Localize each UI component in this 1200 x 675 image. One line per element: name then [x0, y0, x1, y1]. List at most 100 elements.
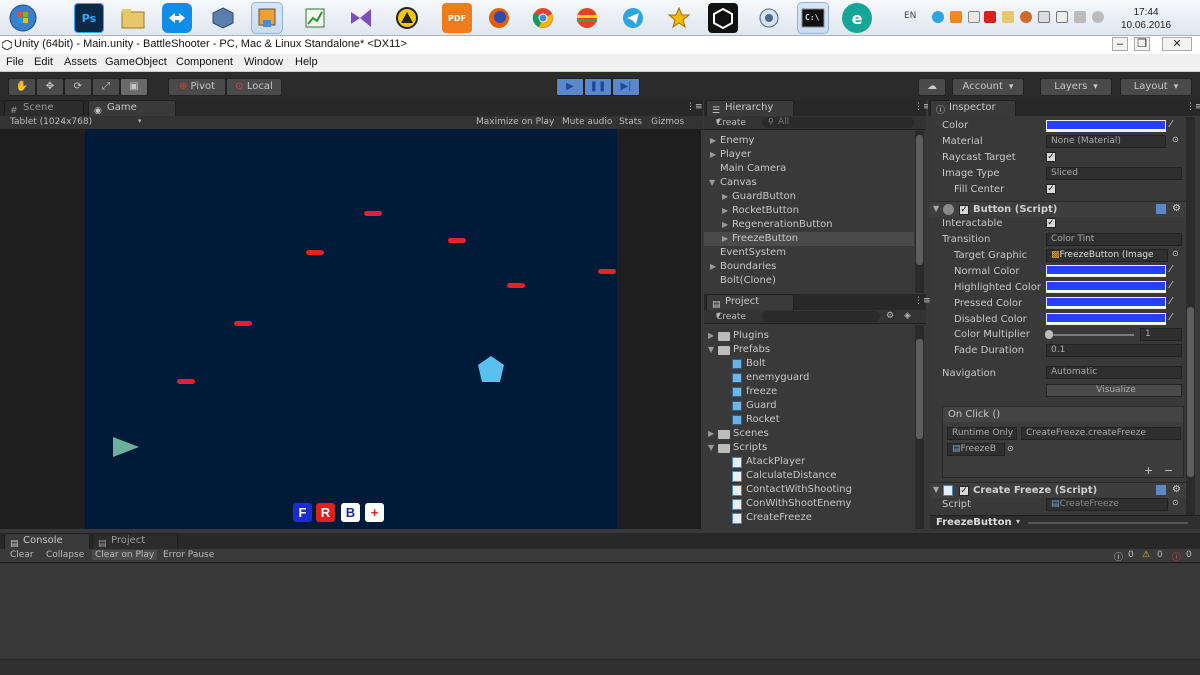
- tab-scene[interactable]: # Scene: [4, 100, 84, 116]
- tab-console[interactable]: ▤ Console: [4, 533, 90, 549]
- visualize-button[interactable]: Visualize: [1046, 384, 1182, 397]
- project-search-input[interactable]: [762, 311, 880, 322]
- eyedropper-icon[interactable]: ⁄: [1170, 280, 1172, 291]
- project-item-bolt[interactable]: Bolt: [704, 357, 914, 371]
- network-tray-icon[interactable]: [1020, 11, 1032, 23]
- project-item-calculatedistance[interactable]: CalculateDistance: [704, 469, 914, 483]
- color-multiplier-slider-handle[interactable]: [1045, 330, 1053, 339]
- project-item-plugins[interactable]: ▶ Plugins: [704, 329, 914, 343]
- fill-center-checkbox[interactable]: ✓: [1046, 184, 1056, 194]
- cloud-button[interactable]: ☁: [918, 78, 946, 96]
- project-item-atackplayer[interactable]: AtackPlayer: [704, 455, 914, 469]
- firefox-icon[interactable]: [484, 3, 514, 33]
- eyedropper-icon[interactable]: ⁄: [1170, 264, 1172, 275]
- gizmos-dropdown[interactable]: Gizmos: [651, 117, 684, 127]
- chrome-icon[interactable]: [528, 3, 558, 33]
- object-picker-icon[interactable]: ⊙: [1172, 249, 1179, 258]
- hierarchy-scroll-thumb[interactable]: [916, 135, 923, 265]
- expand-arrow-icon[interactable]: ▶: [710, 260, 716, 274]
- hierarchy-item-regenerationbutton[interactable]: ▶ RegenerationButton: [704, 218, 914, 232]
- hierarchy-scrollbar[interactable]: [915, 131, 924, 293]
- clear-button[interactable]: Clear: [10, 550, 34, 560]
- minimize-button[interactable]: –: [1112, 37, 1128, 51]
- menu-file[interactable]: File: [6, 56, 24, 68]
- navigation-dropdown[interactable]: Automatic: [1046, 366, 1182, 379]
- color-app-icon[interactable]: [572, 3, 602, 33]
- info-count-icon[interactable]: ⓘ: [1114, 550, 1123, 563]
- hierarchy-item-main-camera[interactable]: Main Camera: [704, 162, 914, 176]
- guard-ui-button[interactable]: B: [341, 503, 360, 522]
- add-event-button[interactable]: +: [1144, 464, 1153, 477]
- account-dropdown[interactable]: Account: [952, 78, 1024, 96]
- event-target-field[interactable]: ▤FreezeB: [947, 443, 1005, 456]
- menu-edit[interactable]: Edit: [34, 56, 53, 68]
- foldout-arrow-icon[interactable]: ▼: [933, 204, 939, 213]
- hierarchy-item-bolt-clone[interactable]: Bolt(Clone): [704, 274, 914, 288]
- game-canvas[interactable]: [85, 129, 617, 529]
- archive-icon[interactable]: [392, 3, 422, 33]
- function-dropdown[interactable]: CreateFreeze.createFreeze: [1021, 427, 1181, 440]
- material-field[interactable]: None (Material): [1046, 135, 1166, 148]
- expand-arrow-icon[interactable]: ▶: [722, 204, 728, 218]
- footer-dropdown-icon[interactable]: ▾: [1016, 517, 1020, 526]
- menu-help[interactable]: Help: [295, 56, 318, 68]
- collapse-arrow-icon[interactable]: ▼: [708, 343, 714, 357]
- clear-on-play-toggle[interactable]: Clear on Play: [92, 550, 158, 560]
- start-button[interactable]: [6, 3, 40, 33]
- color-field[interactable]: [1046, 120, 1166, 132]
- object-picker-icon[interactable]: ⊙: [1172, 498, 1179, 507]
- help-book-icon[interactable]: [1156, 485, 1166, 495]
- project-item-conwithshootenemy[interactable]: ConWithShootEnemy: [704, 497, 914, 511]
- fade-duration-field[interactable]: 0.1: [1046, 344, 1182, 357]
- console-detail-area[interactable]: [0, 660, 1200, 675]
- move-tool-button[interactable]: ✥: [36, 78, 64, 96]
- rotate-tool-button[interactable]: ⟳: [64, 78, 92, 96]
- error-count-icon[interactable]: ⓘ: [1172, 550, 1181, 563]
- color-multiplier-slider-track[interactable]: [1048, 334, 1134, 336]
- component-gear-icon[interactable]: ⚙: [1172, 484, 1181, 495]
- resolution-chevron-icon[interactable]: ▾: [138, 117, 142, 125]
- project-item-scripts[interactable]: ▼ Scripts: [704, 441, 914, 455]
- expand-arrow-icon[interactable]: ▶: [722, 190, 728, 204]
- expand-arrow-icon[interactable]: ▶: [722, 218, 728, 232]
- help-book-icon[interactable]: [1156, 204, 1166, 214]
- highlighted-color-field[interactable]: [1046, 281, 1166, 293]
- stats-toggle[interactable]: Stats: [619, 117, 642, 127]
- target-graphic-field[interactable]: ▩FreezeButton (Image: [1046, 249, 1168, 262]
- project-item-guard[interactable]: Guard: [704, 399, 914, 413]
- project-item-prefabs[interactable]: ▼ Prefabs: [704, 343, 914, 357]
- footer-resize-handle[interactable]: [1028, 522, 1188, 524]
- filter-by-type-icon[interactable]: ⚙: [886, 311, 894, 321]
- project-item-createfreeze[interactable]: CreateFreeze: [704, 511, 914, 525]
- image-type-dropdown[interactable]: Sliced: [1046, 167, 1182, 180]
- hierarchy-search-input[interactable]: All: [762, 117, 914, 128]
- mute-audio-toggle[interactable]: Mute audio: [562, 117, 612, 127]
- collapse-button[interactable]: Collapse: [46, 550, 84, 560]
- project-item-enemyguard[interactable]: enemyguard: [704, 371, 914, 385]
- mail-tray-icon[interactable]: [968, 11, 980, 23]
- freeze-ui-button[interactable]: F: [293, 503, 312, 522]
- layers-dropdown[interactable]: Layers: [1040, 78, 1112, 96]
- hierarchy-item-freezebutton[interactable]: ▶ FreezeButton: [704, 232, 914, 246]
- expand-arrow-icon[interactable]: ▶: [710, 134, 716, 148]
- media-tray-icon[interactable]: [950, 11, 962, 23]
- hierarchy-item-boundaries[interactable]: ▶ Boundaries: [704, 260, 914, 274]
- hierarchy-item-guardbutton[interactable]: ▶ GuardButton: [704, 190, 914, 204]
- project-item-contactwithshooting[interactable]: ContactWithShooting: [704, 483, 914, 497]
- object-picker-icon[interactable]: ⊙: [1172, 135, 1179, 144]
- menu-gameobject[interactable]: GameObject: [105, 56, 167, 68]
- hierarchy-item-canvas[interactable]: ▼ Canvas: [704, 176, 914, 190]
- teamviewer-icon[interactable]: [162, 3, 192, 33]
- regeneration-ui-button[interactable]: +: [365, 503, 384, 522]
- project-item-scenes[interactable]: ▶ Scenes: [704, 427, 914, 441]
- button-component-header[interactable]: ▼ ✓ Button (Script) ⚙: [930, 201, 1186, 217]
- star-app-icon[interactable]: [664, 3, 694, 33]
- expand-arrow-icon[interactable]: ▶: [722, 232, 728, 246]
- file-manager-icon[interactable]: [118, 3, 148, 33]
- create-freeze-enabled-checkbox[interactable]: ✓: [959, 486, 969, 496]
- expand-arrow-icon[interactable]: ▶: [708, 329, 714, 343]
- eyedropper-icon[interactable]: ⁄: [1170, 119, 1172, 130]
- hierarchy-item-eventsystem[interactable]: EventSystem: [704, 246, 914, 260]
- console-log-area[interactable]: [0, 564, 1200, 660]
- button-enabled-checkbox[interactable]: ✓: [959, 205, 969, 215]
